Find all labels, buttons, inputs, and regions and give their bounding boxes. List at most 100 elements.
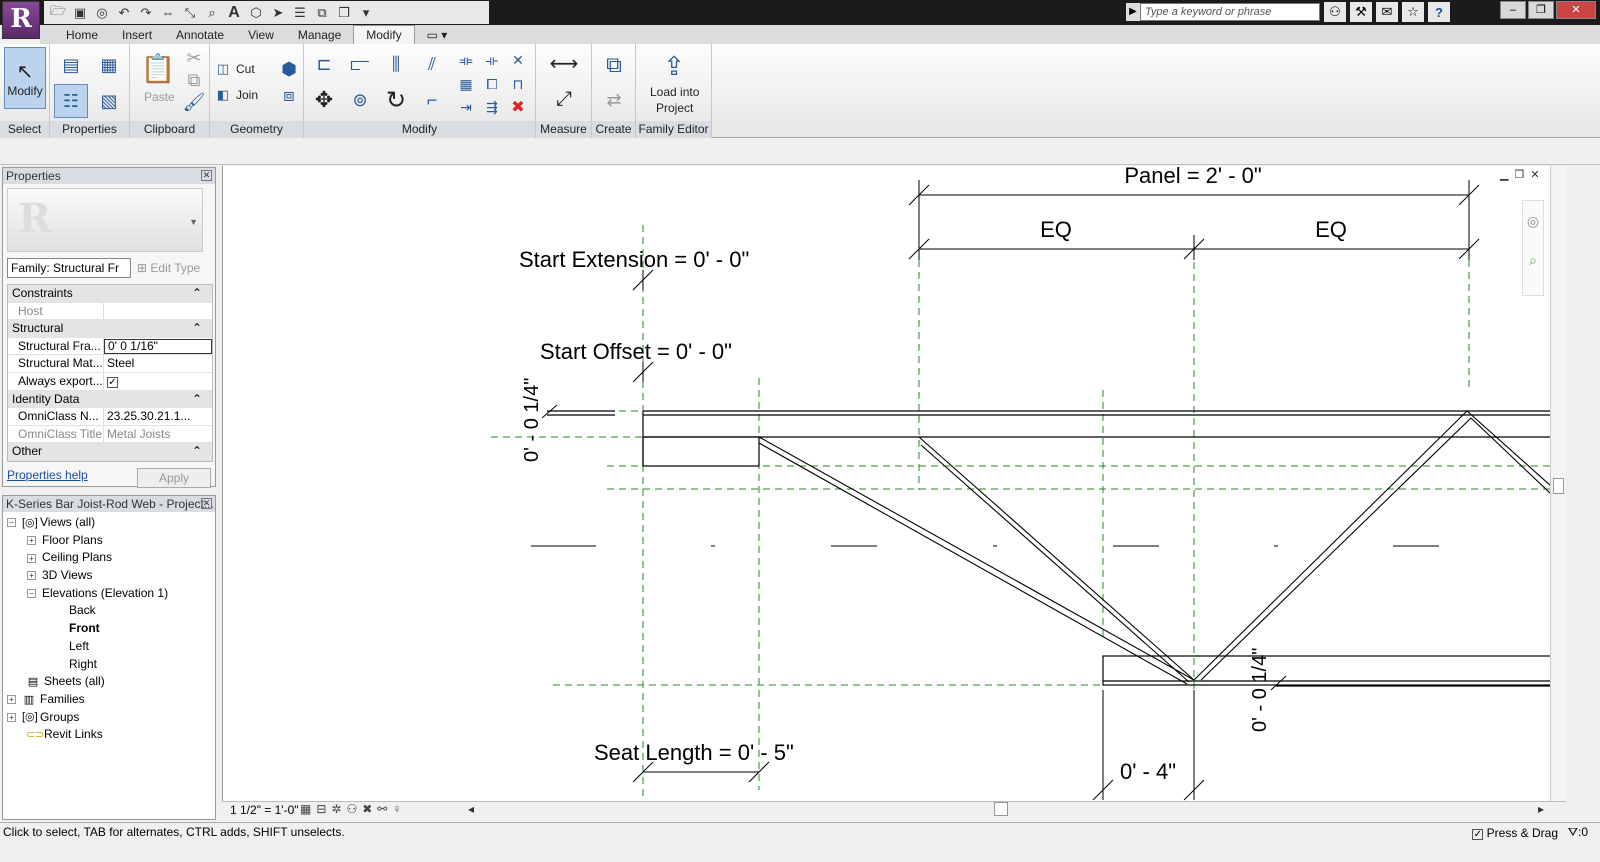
zoom-icon[interactable]: ⌕ (1523, 252, 1543, 269)
eq-dimension-text[interactable]: EQ (1040, 217, 1072, 242)
right-depth-dimension-text[interactable]: 0' - 0 1/4" (1249, 648, 1271, 732)
tab-manage[interactable]: Manage (286, 26, 353, 45)
pin-icon[interactable]: ⊓ (506, 72, 530, 96)
create-similar-icon[interactable]: ⇄ (596, 84, 632, 116)
detail-lines-icon[interactable]: ☰ (290, 4, 310, 22)
property-row[interactable]: Host (8, 302, 212, 321)
start-offset-text[interactable]: Start Offset = 0' - 0" (540, 339, 732, 364)
category-constraints[interactable]: Constraints ⌃ (8, 285, 212, 303)
tree-item-3d-views[interactable]: +3D Views (7, 567, 215, 585)
move-icon[interactable]: ✥ (308, 84, 340, 116)
tree-item-families[interactable]: + ▥ Families (7, 691, 215, 709)
delete-icon[interactable]: ✖ (506, 96, 530, 118)
application-menu-button[interactable]: R (2, 1, 40, 39)
family-category-icon[interactable]: ▧ (92, 84, 126, 118)
apply-button[interactable]: Apply (137, 467, 211, 488)
edit-type-button[interactable]: ⊞ Edit Type (137, 261, 200, 275)
family-types-icon[interactable]: ▦ (92, 48, 126, 82)
collapse-icon[interactable]: – (7, 518, 16, 528)
collapse-icon[interactable]: ⌃ (192, 391, 212, 408)
view-minimize-icon[interactable]: ▁ (1500, 168, 1508, 181)
undo-icon[interactable]: ↶ (114, 4, 134, 22)
save-icon[interactable]: ▣ (70, 4, 90, 22)
switch-windows-icon[interactable]: ❐ (334, 4, 354, 22)
favorites-star-icon[interactable]: ☆ (1402, 2, 1424, 22)
split-with-gap-icon[interactable]: ⟛ (480, 48, 504, 72)
tree-item-floor-plans[interactable]: + Floor Plans (7, 532, 215, 550)
mirror-pick-axis-icon[interactable]: ⫼ (380, 48, 412, 80)
view-scale[interactable]: 1 1/2" = 1'-0" (230, 803, 299, 817)
properties-close-icon[interactable]: ✕ (201, 170, 212, 181)
always-export-checkbox[interactable]: ✓ (107, 376, 118, 388)
expand-icon[interactable]: + (27, 553, 36, 563)
collapse-icon[interactable]: – (27, 589, 36, 599)
tree-item-elevations[interactable]: – Elevations (Elevation 1) (7, 585, 215, 603)
redo-icon[interactable]: ↷ (136, 4, 156, 22)
subscription-icon[interactable]: ⚒ (1350, 2, 1372, 22)
trim-extend-icon[interactable]: ⌐ (416, 84, 448, 116)
eq-dimension-text[interactable]: EQ (1315, 217, 1347, 242)
browser-close-icon[interactable]: ✕ (201, 498, 212, 509)
offset-icon[interactable]: ⫍ (344, 48, 376, 80)
panel-dimension-text[interactable]: Panel = 2' - 0" (1124, 166, 1261, 188)
scroll-left-icon[interactable]: ◂ (468, 802, 474, 816)
expand-icon[interactable]: + (27, 571, 36, 581)
tree-item-right[interactable]: Right (7, 656, 215, 674)
tab-annotate[interactable]: Annotate (164, 26, 236, 45)
press-drag-toggle[interactable]: ✓ Press & Drag (1472, 824, 1558, 843)
property-row[interactable]: Structural Mat... Steel (8, 355, 212, 373)
collapse-icon[interactable]: ⌃ (192, 443, 212, 460)
properties-help-link[interactable]: Properties help (7, 468, 88, 488)
family-select[interactable]: Family: Structural Fr (7, 258, 131, 278)
binoculars-icon[interactable]: ⚇ (1324, 2, 1346, 22)
split-element-icon[interactable]: ⟚ (454, 48, 478, 72)
scale-icon[interactable]: ⧠ (480, 72, 504, 96)
tree-item-left[interactable]: Left (7, 638, 215, 656)
collapse-icon[interactable]: ⌃ (192, 285, 212, 302)
array-icon[interactable]: ▦ (454, 72, 478, 96)
structural-framing-input[interactable]: 0' 0 1/16" (104, 338, 212, 354)
trim-single-icon[interactable]: ⇶ (480, 96, 504, 118)
restore-icon[interactable]: ❐ (1528, 1, 1554, 19)
tree-item-revit-links[interactable]: ⊂⊃ Revit Links (7, 726, 215, 744)
paste-icon[interactable]: 📋 (138, 48, 178, 88)
start-extension-text[interactable]: Start Extension = 0' - 0" (519, 247, 749, 272)
category-other[interactable]: Other ⌃ (8, 443, 212, 461)
aligned-measure-icon[interactable]: ⤢ (542, 84, 586, 114)
tab-modify[interactable]: Modify (353, 25, 415, 45)
communication-icon[interactable]: ✉ (1376, 2, 1398, 22)
tree-item-groups[interactable]: + [◎] Groups (7, 709, 215, 727)
view-control-icons[interactable]: ▦⊟✲⚇✖⚯♀ (300, 802, 406, 816)
minimize-icon[interactable]: – (1500, 1, 1526, 19)
close-hidden-icon[interactable]: ⧉ (312, 4, 332, 22)
horizontal-scroll-thumb[interactable] (994, 802, 1008, 816)
category-structural[interactable]: Structural ⌃ (8, 320, 212, 338)
tree-item-back[interactable]: Back (7, 602, 215, 620)
text-icon[interactable]: A (224, 4, 244, 22)
tree-item-sheets[interactable]: ▤ Sheets (all) (7, 673, 215, 691)
tree-item-front[interactable]: Front (7, 620, 215, 638)
cut-geometry-button[interactable]: Cut (236, 62, 255, 76)
tab-home[interactable]: Home (54, 26, 110, 45)
customize-qat-icon[interactable]: ▾ (356, 4, 376, 22)
drawing-canvas[interactable]: Panel = 2' - 0" EQ EQ Start Extension = … (222, 166, 1550, 801)
type-selector-preview[interactable]: R ▼ (7, 188, 203, 252)
vertical-scrollbar[interactable] (1550, 166, 1566, 801)
tree-item-ceiling-plans[interactable]: + Ceiling Plans (7, 549, 215, 567)
join-geometry-icon[interactable]: ◧ (214, 86, 232, 104)
seat-length-text[interactable]: Seat Length = 0' - 5" (594, 740, 794, 765)
section-icon[interactable]: ➤ (268, 4, 288, 22)
bottom-dimension-text[interactable]: 0' - 4" (1120, 759, 1176, 784)
collapse-icon[interactable]: ⌃ (192, 320, 212, 337)
property-row[interactable]: OmniClass Title Metal Joists (8, 425, 212, 444)
left-depth-dimension-text[interactable]: 0' - 0 1/4" (521, 378, 543, 462)
copy-icon[interactable]: ⧉ (184, 70, 204, 90)
measure-between-icon[interactable]: ⟷ (542, 50, 586, 76)
tree-item-views[interactable]: – [◎] Views (all) (7, 514, 215, 532)
property-row[interactable]: Always export... ✓ (8, 372, 212, 391)
copy-element-icon[interactable]: ⊚ (344, 84, 376, 116)
create-group-icon[interactable]: ⧉ (596, 48, 632, 82)
steering-wheel-icon[interactable]: ◎ (1523, 213, 1543, 230)
modify-button[interactable]: ↖ Modify (4, 47, 46, 109)
wall-joins-icon[interactable]: ⬢ (278, 58, 300, 80)
